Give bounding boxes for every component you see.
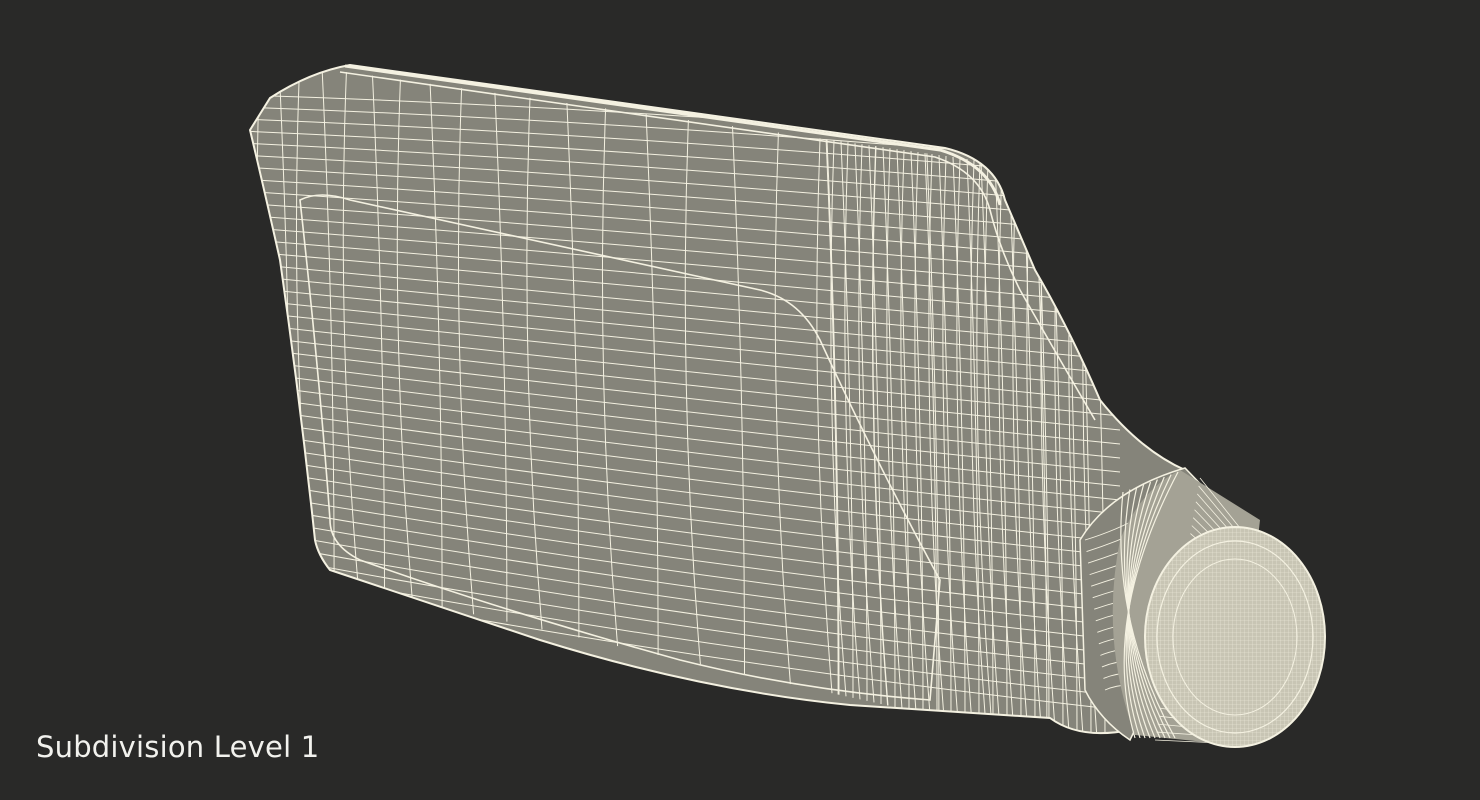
bottle-body bbox=[249, 64, 1186, 735]
subdivision-level-caption: Subdivision Level 1 bbox=[36, 730, 320, 764]
wireframe-bottle-icon bbox=[249, 64, 1326, 748]
render-viewport: Subdivision Level 1 bbox=[0, 0, 1480, 800]
bottle-cap bbox=[1112, 470, 1326, 748]
